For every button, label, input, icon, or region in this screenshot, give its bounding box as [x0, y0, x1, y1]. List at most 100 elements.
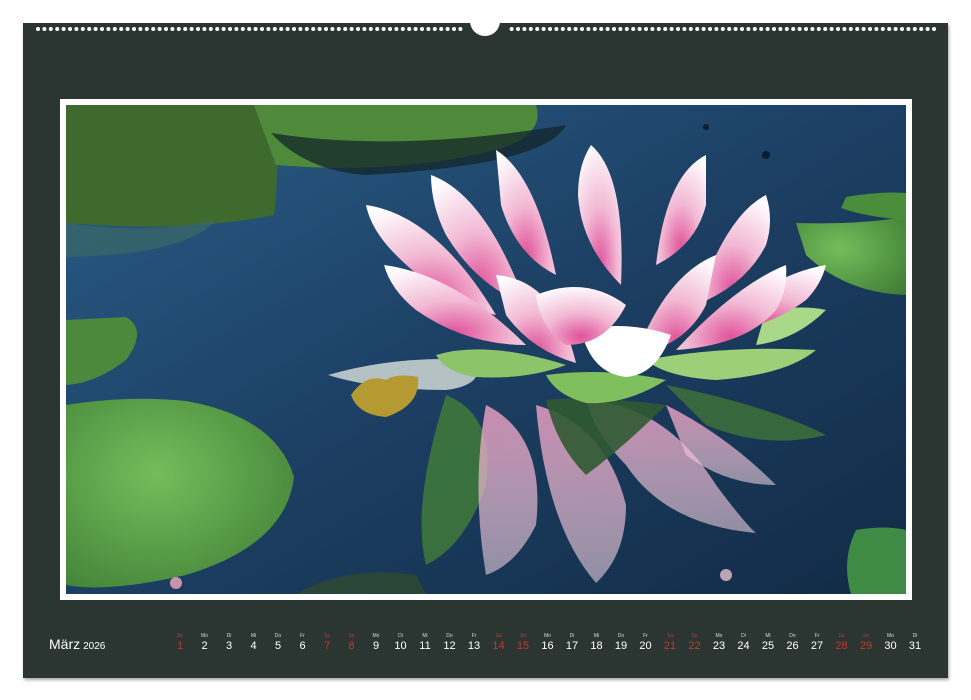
wire-loop — [912, 27, 917, 31]
wire-loop — [253, 27, 258, 31]
wire-loop — [368, 27, 373, 31]
wire-loop — [381, 27, 386, 31]
wire-loop — [202, 27, 207, 31]
wire-loop — [631, 27, 636, 31]
wire-loop — [573, 27, 578, 31]
wire-loop — [74, 27, 79, 31]
wire-loop — [548, 27, 552, 31]
wire-loop — [247, 27, 252, 31]
wire-loop — [362, 27, 367, 31]
wire-loop — [535, 27, 540, 31]
day-number: 6 — [299, 640, 306, 652]
wire-loop — [644, 27, 648, 31]
wire-loop — [829, 27, 834, 31]
wire-loop — [778, 27, 783, 31]
wire-loop — [400, 27, 405, 31]
wire-loop — [874, 27, 879, 31]
wire-loop — [618, 27, 623, 31]
wire-loop — [567, 27, 572, 31]
calendar-day: Mo 30 — [879, 633, 903, 653]
day-number: 14 — [492, 640, 505, 652]
wire-loop — [900, 27, 904, 31]
wire-loop — [528, 27, 533, 31]
wire-loop — [560, 27, 565, 31]
wire-loop — [215, 27, 220, 31]
wire-loop — [279, 27, 284, 31]
wire-loop — [509, 27, 514, 31]
day-number: 8 — [348, 640, 355, 652]
wire-loop — [132, 27, 136, 31]
wire-loop — [708, 27, 712, 31]
wire-loop — [119, 27, 124, 31]
calendar-day: Mo 9 — [364, 633, 388, 653]
lily-pad — [847, 527, 906, 594]
wire-loop — [848, 27, 853, 31]
wire-loop — [48, 27, 53, 31]
wire-loop — [228, 27, 232, 31]
wire-loop — [55, 27, 60, 31]
wire-loop — [36, 27, 40, 31]
wire-loop — [522, 27, 527, 31]
wire-loop — [311, 27, 316, 31]
lily-pad — [66, 105, 277, 227]
wire-loop — [855, 27, 860, 31]
calendar-day: Do 19 — [609, 633, 633, 653]
day-number: 30 — [884, 640, 897, 652]
wire-loop — [388, 27, 392, 31]
day-number: 23 — [712, 640, 726, 652]
wire-loop — [356, 27, 360, 31]
wire-loop — [676, 27, 680, 31]
wire-loop — [842, 27, 847, 31]
wire-loop — [682, 27, 687, 31]
calendar-day: So 8 — [340, 633, 364, 653]
wire-loop — [183, 27, 188, 31]
wire-loop — [804, 27, 808, 31]
wire-loop — [407, 27, 412, 31]
wire-loop — [746, 27, 751, 31]
wire-loop — [714, 27, 719, 31]
wire-loop — [221, 27, 226, 31]
day-number: 29 — [859, 640, 873, 652]
day-number: 12 — [443, 640, 456, 652]
day-number: 3 — [225, 640, 233, 652]
calendar-day: Mi 4 — [242, 633, 266, 653]
wire-loop — [336, 27, 341, 31]
wire-loop — [272, 27, 277, 31]
wire-loop — [375, 27, 380, 31]
calendar-day: Sa 28 — [830, 633, 854, 653]
day-number: 31 — [908, 640, 922, 652]
day-number: 20 — [639, 640, 652, 652]
wire-loop — [125, 27, 130, 31]
calendar-day: Mi 11 — [413, 633, 437, 653]
wire-loop — [624, 27, 629, 31]
wire-loop — [349, 27, 354, 31]
wire-loop — [740, 27, 744, 31]
calendar-day: So 29 — [854, 633, 878, 653]
day-number: 21 — [663, 640, 677, 652]
wire-loop — [420, 27, 424, 31]
calendar-day: Fr 6 — [291, 633, 315, 653]
wire-loop — [797, 27, 802, 31]
wire-loop — [61, 27, 66, 31]
wire-loop — [208, 27, 213, 31]
wire-loop — [42, 27, 47, 31]
day-number: 24 — [737, 640, 750, 652]
calendar-day: Do 26 — [781, 633, 805, 653]
calendar-day: So 1 — [168, 633, 192, 653]
wire-loop — [304, 27, 309, 31]
wire-loop — [413, 27, 418, 31]
wire-loop — [516, 27, 520, 31]
wire-loop — [234, 27, 239, 31]
wire-loop — [816, 27, 821, 31]
wire-loop — [260, 27, 264, 31]
calendar-day: Di 10 — [389, 633, 413, 653]
wire-loop — [784, 27, 789, 31]
wire-loop — [68, 27, 72, 31]
wire-loop — [439, 27, 444, 31]
wire-loop — [580, 27, 584, 31]
wire-loop — [861, 27, 866, 31]
day-number: 27 — [810, 640, 824, 652]
wire-loop — [317, 27, 322, 31]
wire-loop — [695, 27, 700, 31]
wire-loop — [164, 27, 168, 31]
